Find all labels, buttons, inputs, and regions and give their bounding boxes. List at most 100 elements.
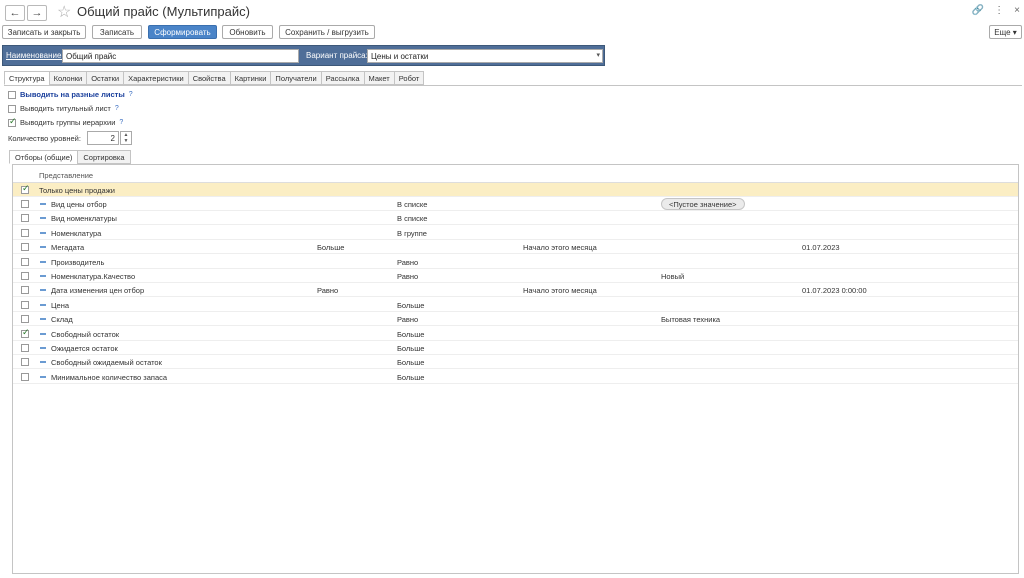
tab-item[interactable]: Колонки: [48, 71, 87, 85]
checkbox[interactable]: [21, 228, 29, 237]
field-icon: [40, 217, 46, 220]
option-label: Выводить на разные листы: [20, 90, 125, 99]
cell-comparison-b: Больше: [397, 300, 425, 310]
more-label: Еще: [994, 27, 1011, 37]
tab-item[interactable]: Макет: [363, 71, 394, 85]
more-button[interactable]: Еще ▾: [989, 25, 1022, 39]
checkbox[interactable]: [21, 286, 29, 295]
save-button[interactable]: Записать: [92, 25, 142, 39]
filter-subtabs: Отборы (общие) Сортировка: [9, 150, 131, 164]
tab-item[interactable]: Свойства: [187, 71, 230, 85]
cell-name: Свободный остаток: [51, 329, 120, 339]
cell-name: Вид номенклатуры: [51, 214, 117, 224]
field-icon: [40, 303, 46, 306]
table-row[interactable]: Мегадата Больше Начало этого месяца 01.07.2…: [13, 240, 1018, 255]
save-export-button[interactable]: Сохранить / выгрузить: [279, 25, 375, 39]
back-button[interactable]: ←: [5, 5, 25, 21]
checkbox[interactable]: [21, 344, 29, 352]
option-label: Выводить титульный лист: [20, 104, 111, 113]
checkbox[interactable]: [8, 104, 16, 113]
levels-input[interactable]: 2: [87, 131, 119, 145]
table-row[interactable]: Склад Равно Бытовая техника: [13, 312, 1018, 327]
name-input[interactable]: Общий прайс: [62, 49, 299, 63]
checkbox[interactable]: [21, 315, 29, 324]
table-row[interactable]: Ожидается остаток Больше: [13, 341, 1018, 355]
link-icon[interactable]: 🔗: [972, 5, 984, 16]
cell-date: 01.07.2023 0:00:00: [802, 286, 867, 296]
help-icon[interactable]: ?: [119, 119, 123, 126]
table-row[interactable]: Вид цены отбор В списке <Пустое значение>: [13, 197, 1018, 211]
checkbox[interactable]: [21, 272, 29, 280]
arrow-right-icon: →: [31, 7, 43, 19]
checkbox[interactable]: [21, 214, 29, 223]
variant-select[interactable]: Цены и остатки ▾: [367, 49, 603, 63]
help-icon[interactable]: ?: [129, 91, 133, 98]
page-title: Общий прайс (Мультипрайс): [77, 4, 250, 19]
field-icon: [40, 246, 46, 249]
checkbox[interactable]: [21, 358, 29, 367]
cell-name: Дата изменения цен отбор: [51, 286, 145, 296]
tab-item[interactable]: Рассылка: [320, 71, 364, 85]
table-row[interactable]: Минимальное количество запаса Больше: [13, 370, 1018, 384]
field-icon: [40, 231, 46, 234]
levels-label: Количество уровней:: [8, 134, 81, 143]
subtab-sorting[interactable]: Сортировка: [77, 150, 131, 164]
cell-name: Номенклатура: [51, 228, 102, 238]
cell-value: Новый: [661, 272, 685, 281]
field-icon: [40, 361, 46, 364]
save-close-button[interactable]: Записать и закрыть: [2, 25, 86, 39]
spinner-icon[interactable]: ▲ ▼: [120, 131, 132, 145]
help-icon[interactable]: ?: [115, 105, 119, 112]
checkbox[interactable]: [21, 372, 29, 381]
generate-button[interactable]: Сформировать: [148, 25, 217, 39]
cell-comparison-b: Больше: [397, 344, 425, 353]
checkbox[interactable]: [21, 300, 29, 309]
column-header: Представление: [39, 171, 94, 180]
table-row[interactable]: Цена Больше: [13, 298, 1018, 312]
tab-item[interactable]: Робот: [393, 71, 425, 85]
checkbox[interactable]: [8, 116, 17, 127]
cell-comparison-b: Больше: [397, 372, 425, 382]
table-row[interactable]: Свободный ожидаемый остаток Больше: [13, 355, 1018, 370]
tab-item[interactable]: Остатки: [86, 71, 124, 85]
filters-grid: Представление Только цены продажи Вид це…: [12, 164, 1019, 574]
table-row[interactable]: Вид номенклатуры В списке: [13, 211, 1018, 226]
table-row[interactable]: Дата изменения цен отбор Равно Начало этог…: [13, 283, 1018, 298]
field-icon: [40, 275, 46, 277]
chevron-down-icon[interactable]: ▾: [596, 51, 600, 59]
checkbox[interactable]: [21, 200, 29, 208]
group-row[interactable]: Только цены продажи: [13, 183, 1018, 197]
more-vertical-icon[interactable]: ⋮: [994, 5, 1004, 16]
tab-item[interactable]: Характеристики: [123, 71, 188, 85]
tab-item[interactable]: Получатели: [270, 71, 321, 85]
subtab-filters[interactable]: Отборы (общие): [9, 150, 78, 164]
cell-comparison-b: В группе: [397, 228, 427, 238]
cell-comparison-b: Больше: [397, 358, 425, 368]
close-icon[interactable]: ×: [1014, 5, 1020, 16]
option-separate-sheets[interactable]: Выводить на разные листы ?: [8, 90, 133, 99]
table-row[interactable]: Производитель Равно: [13, 255, 1018, 269]
refresh-button[interactable]: Обновить: [222, 25, 273, 39]
cell-comparison-b: Равно: [397, 315, 419, 325]
favorite-star-icon[interactable]: ☆: [57, 2, 71, 22]
checkbox[interactable]: [21, 257, 29, 266]
checkbox[interactable]: [21, 327, 30, 338]
checkbox[interactable]: [21, 243, 29, 252]
table-row[interactable]: Номенклатура В группе: [13, 226, 1018, 240]
checkbox[interactable]: [21, 183, 30, 194]
tab-item[interactable]: Картинки: [229, 71, 271, 85]
cell-period: Начало этого месяца: [523, 243, 597, 253]
name-label[interactable]: Наименование:: [6, 51, 64, 60]
checkbox[interactable]: [8, 90, 16, 99]
cell-comparison-a: Равно: [317, 286, 339, 296]
field-icon: [40, 289, 46, 292]
tab-item[interactable]: Структура: [4, 71, 49, 85]
option-title-sheet[interactable]: Выводить титульный лист ?: [8, 104, 119, 113]
variant-value: Цены и остатки: [371, 52, 429, 61]
table-row[interactable]: Свободный остаток Больше: [13, 327, 1018, 341]
field-icon: [40, 203, 46, 205]
empty-value-pill[interactable]: <Пустое значение>: [661, 198, 745, 210]
table-row[interactable]: Номенклатура.Качество Равно Новый: [13, 269, 1018, 283]
option-hierarchy-groups[interactable]: Выводить группы иерархии ?: [8, 116, 123, 127]
forward-button[interactable]: →: [27, 5, 47, 21]
